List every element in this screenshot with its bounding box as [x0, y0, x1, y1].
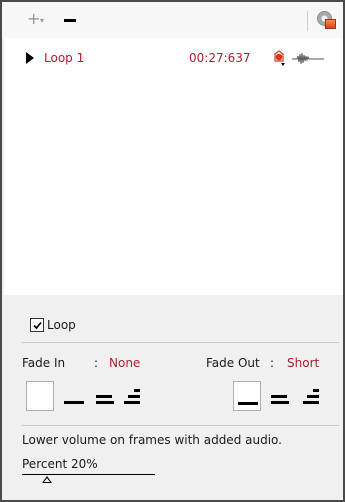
add-loop-button[interactable]: + ▾: [24, 8, 50, 32]
waveform-icon[interactable]: [292, 51, 324, 65]
fade-medium-icon-bar: [271, 401, 289, 404]
fade-in-short-option[interactable]: [62, 381, 90, 411]
plus-icon: +: [27, 9, 41, 28]
fade-long-icon-bar: [128, 395, 140, 398]
fade-medium-icon: [271, 395, 287, 398]
fade-medium-icon-bar: [96, 401, 114, 404]
loop-row[interactable]: Loop 1 00:27:637: [4, 50, 343, 70]
fade-in-value: None: [109, 356, 141, 370]
toolbar: + ▾: [2, 2, 343, 38]
fade-out-label: Fade Out: [206, 356, 260, 370]
fade-long-icon-bar: [124, 401, 140, 404]
fade-in-long-option[interactable]: [124, 381, 152, 411]
loop-checkbox-label: Loop: [47, 318, 76, 332]
play-icon[interactable]: [26, 52, 34, 64]
percent-slider-thumb[interactable]: [42, 476, 52, 483]
chevron-down-icon: ▾: [40, 16, 45, 25]
divider: [22, 342, 339, 343]
divider: [22, 425, 339, 426]
loop-name: Loop 1: [44, 51, 85, 65]
settings-button[interactable]: [316, 11, 338, 31]
fade-long-icon-bar: [307, 395, 319, 398]
fade-in-none-option[interactable]: [26, 381, 54, 411]
audio-loop-panel: + ▾ Loop 1 00:27:637 Loop Fade In: None…: [0, 0, 345, 502]
percent-slider-track[interactable]: [22, 474, 155, 475]
fade-short-icon: [64, 401, 84, 404]
loop-list[interactable]: Loop 1 00:27:637: [4, 38, 343, 295]
fade-in-label: Fade In: [22, 356, 66, 370]
fade-in-colon: :: [94, 356, 99, 370]
fade-long-icon: [134, 389, 140, 392]
loop-checkbox[interactable]: [30, 318, 44, 332]
loop-options: Loop Fade In : None Fade Out : Short Low…: [4, 295, 343, 500]
remove-loop-button[interactable]: [62, 14, 78, 26]
fade-long-icon-bar: [303, 401, 319, 404]
lower-volume-text: Lower volume on frames with added audio.: [22, 433, 282, 447]
fade-out-medium-option[interactable]: [269, 381, 297, 411]
toolbar-separator: [307, 11, 308, 31]
fade-medium-icon: [96, 395, 112, 398]
fade-out-long-option[interactable]: [303, 381, 331, 411]
loop-duration: 00:27:637: [189, 51, 251, 65]
percent-label: Percent 20%: [22, 457, 98, 471]
fade-out-short-option[interactable]: [233, 381, 261, 411]
fade-out-value: Short: [287, 356, 320, 370]
fade-short-icon: [238, 402, 258, 405]
settings-badge-icon: [325, 19, 336, 29]
fade-in-medium-option[interactable]: [94, 381, 122, 411]
fade-out-colon: :: [270, 356, 275, 370]
fade-long-icon: [313, 389, 319, 392]
record-icon[interactable]: [271, 50, 289, 68]
